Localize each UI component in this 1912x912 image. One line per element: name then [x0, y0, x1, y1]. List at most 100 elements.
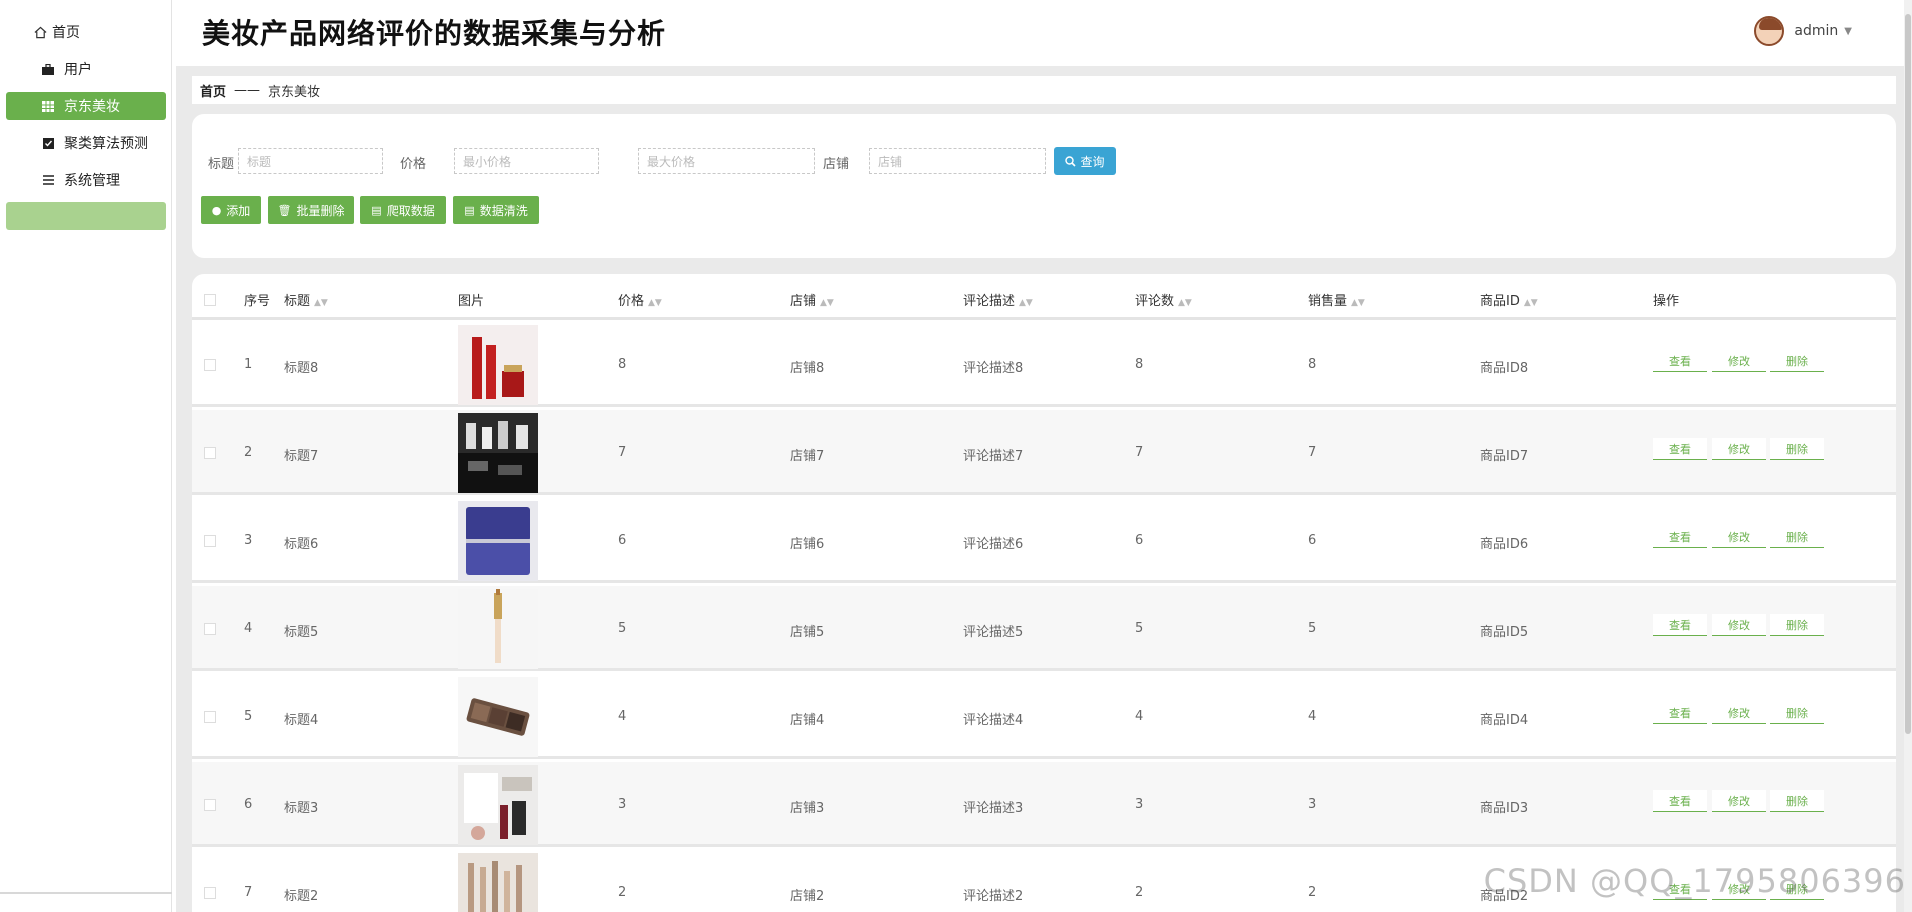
cell-sales: 4	[1308, 709, 1317, 724]
product-image[interactable]	[458, 677, 538, 757]
shop-label: 店铺	[823, 157, 850, 172]
cell-shop: 店铺5	[790, 625, 825, 640]
edit-button[interactable]: 修改	[1712, 438, 1766, 460]
cell-price: 4	[618, 709, 627, 724]
sidebar-item-label: 聚类算法预测	[64, 136, 148, 152]
scrollbar[interactable]	[1904, 0, 1912, 912]
sidebar-item-jd-beauty[interactable]: 京东美妆	[6, 92, 166, 120]
column-header-sortable[interactable]: 评论数 ▲▼	[1135, 290, 1192, 309]
cell-index: 6	[244, 797, 253, 812]
delete-button[interactable]: 删除	[1770, 438, 1824, 460]
header: 美妆产品网络评价的数据采集与分析 admin ▼	[176, 0, 1912, 66]
search-panel: 标题 标题 价格 最小价格 最大价格 店铺 店铺 查询 ● 添加 🗑 批量删除 ▤ 爬…	[192, 114, 1896, 258]
table-row: 6 标题3 3 店铺3 评论描述3 3 3 商品ID3 查看 修改 删除	[192, 762, 1896, 847]
sidebar-item-placeholder[interactable]	[6, 202, 166, 230]
delete-button[interactable]: 删除	[1770, 790, 1824, 812]
chevron-down-icon: ▼	[1844, 25, 1852, 37]
cell-index: 1	[244, 357, 253, 372]
product-image[interactable]	[458, 413, 538, 493]
title-input[interactable]: 标题	[238, 148, 383, 174]
cell-desc: 评论描述8	[963, 361, 1024, 376]
table-header: 序号 标题 ▲▼ 图片 价格 ▲▼ 店铺 ▲▼ 评论描述 ▲▼ 评论数 ▲▼ 销售量 ▲▼ …	[192, 274, 1896, 320]
cell-price: 7	[618, 445, 627, 460]
cell-price: 2	[618, 885, 627, 900]
view-button[interactable]: 查看	[1653, 526, 1707, 548]
max-price-input[interactable]: 最大价格	[638, 148, 815, 174]
sort-icon: ▲▼	[1178, 298, 1192, 308]
sidebar-item-system-management[interactable]: 系统管理	[6, 166, 166, 194]
row-checkbox[interactable]	[204, 711, 216, 723]
cell-comments: 7	[1135, 445, 1144, 460]
view-button[interactable]: 查看	[1653, 702, 1707, 724]
cell-sales: 6	[1308, 533, 1317, 548]
row-checkbox[interactable]	[204, 887, 216, 899]
cell-price: 6	[618, 533, 627, 548]
edit-button[interactable]: 修改	[1712, 702, 1766, 724]
user-name: admin	[1794, 23, 1839, 39]
view-button[interactable]: 查看	[1653, 790, 1707, 812]
row-checkbox[interactable]	[204, 447, 216, 459]
table-row: 2 标题7 7 店铺7 评论描述7 7 7 商品ID7 查看 修改 删除	[192, 410, 1896, 495]
delete-button[interactable]: 删除	[1770, 350, 1824, 372]
shop-input[interactable]: 店铺	[869, 148, 1046, 174]
crawl-data-button[interactable]: ▤ 爬取数据	[360, 196, 446, 224]
delete-button[interactable]: 删除	[1770, 526, 1824, 548]
row-checkbox[interactable]	[204, 359, 216, 371]
column-header-sortable[interactable]: 评论描述 ▲▼	[963, 290, 1033, 309]
column-header: 图片	[458, 294, 485, 309]
column-header-sortable[interactable]: 销售量 ▲▼	[1308, 290, 1365, 309]
product-image[interactable]	[458, 853, 538, 912]
scrollbar-thumb[interactable]	[1905, 14, 1911, 734]
row-checkbox[interactable]	[204, 799, 216, 811]
edit-button[interactable]: 修改	[1712, 526, 1766, 548]
cell-title: 标题5	[284, 625, 319, 640]
sort-icon: ▲▼	[1351, 298, 1365, 308]
add-button[interactable]: ● 添加	[201, 196, 261, 224]
view-button[interactable]: 查看	[1653, 438, 1707, 460]
cell-shop: 店铺2	[790, 889, 825, 904]
table-row: 3 标题6 6 店铺6 评论描述6 6 6 商品ID6 查看 修改 删除	[192, 498, 1896, 583]
edit-button[interactable]: 修改	[1712, 790, 1766, 812]
min-price-input[interactable]: 最小价格	[454, 148, 599, 174]
column-header-sortable[interactable]: 商品ID ▲▼	[1480, 290, 1538, 309]
select-all-checkbox[interactable]	[204, 294, 216, 306]
view-button[interactable]: 查看	[1653, 614, 1707, 636]
column-header-sortable[interactable]: 价格 ▲▼	[618, 290, 662, 309]
edit-button[interactable]: 修改	[1712, 614, 1766, 636]
checkbox-icon	[40, 135, 56, 151]
delete-button[interactable]: 删除	[1770, 702, 1824, 724]
product-image[interactable]	[458, 589, 538, 669]
cell-desc: 评论描述6	[963, 537, 1024, 552]
cell-product-id: 商品ID5	[1480, 625, 1529, 640]
search-button[interactable]: 查询	[1054, 147, 1116, 175]
row-checkbox[interactable]	[204, 623, 216, 635]
user-menu[interactable]: admin ▼	[1754, 16, 1852, 46]
row-checkbox[interactable]	[204, 535, 216, 547]
sidebar-item-label: 系统管理	[64, 173, 120, 189]
column-header-sortable[interactable]: 店铺 ▲▼	[790, 290, 834, 309]
cell-price: 8	[618, 357, 627, 372]
product-image[interactable]	[458, 325, 538, 405]
sidebar-item-label: 首页	[52, 25, 80, 41]
sidebar-item-home[interactable]: 首页	[6, 18, 166, 46]
sidebar-item-label: 用户	[64, 62, 92, 78]
cell-index: 7	[244, 885, 253, 900]
product-image[interactable]	[458, 765, 538, 845]
breadcrumb-home[interactable]: 首页	[200, 81, 226, 100]
sidebar-item-cluster-prediction[interactable]: 聚类算法预测	[6, 129, 166, 157]
sort-icon: ▲▼	[1523, 298, 1538, 308]
sidebar-item-users[interactable]: 用户	[6, 55, 166, 83]
clean-data-button[interactable]: ▤ 数据清洗	[453, 196, 539, 224]
batch-delete-button[interactable]: 🗑 批量删除	[268, 196, 354, 224]
sort-icon: ▲▼	[314, 298, 328, 308]
delete-button[interactable]: 删除	[1770, 614, 1824, 636]
edit-button[interactable]: 修改	[1712, 350, 1766, 372]
cell-desc: 评论描述2	[963, 889, 1024, 904]
view-button[interactable]: 查看	[1653, 350, 1707, 372]
product-image[interactable]	[458, 501, 538, 581]
column-header-sortable[interactable]: 标题 ▲▼	[284, 290, 328, 309]
cell-sales: 8	[1308, 357, 1317, 372]
cell-product-id: 商品ID7	[1480, 449, 1529, 464]
sidebar-item-label: 京东美妆	[64, 99, 120, 115]
cell-title: 标题3	[284, 801, 319, 816]
